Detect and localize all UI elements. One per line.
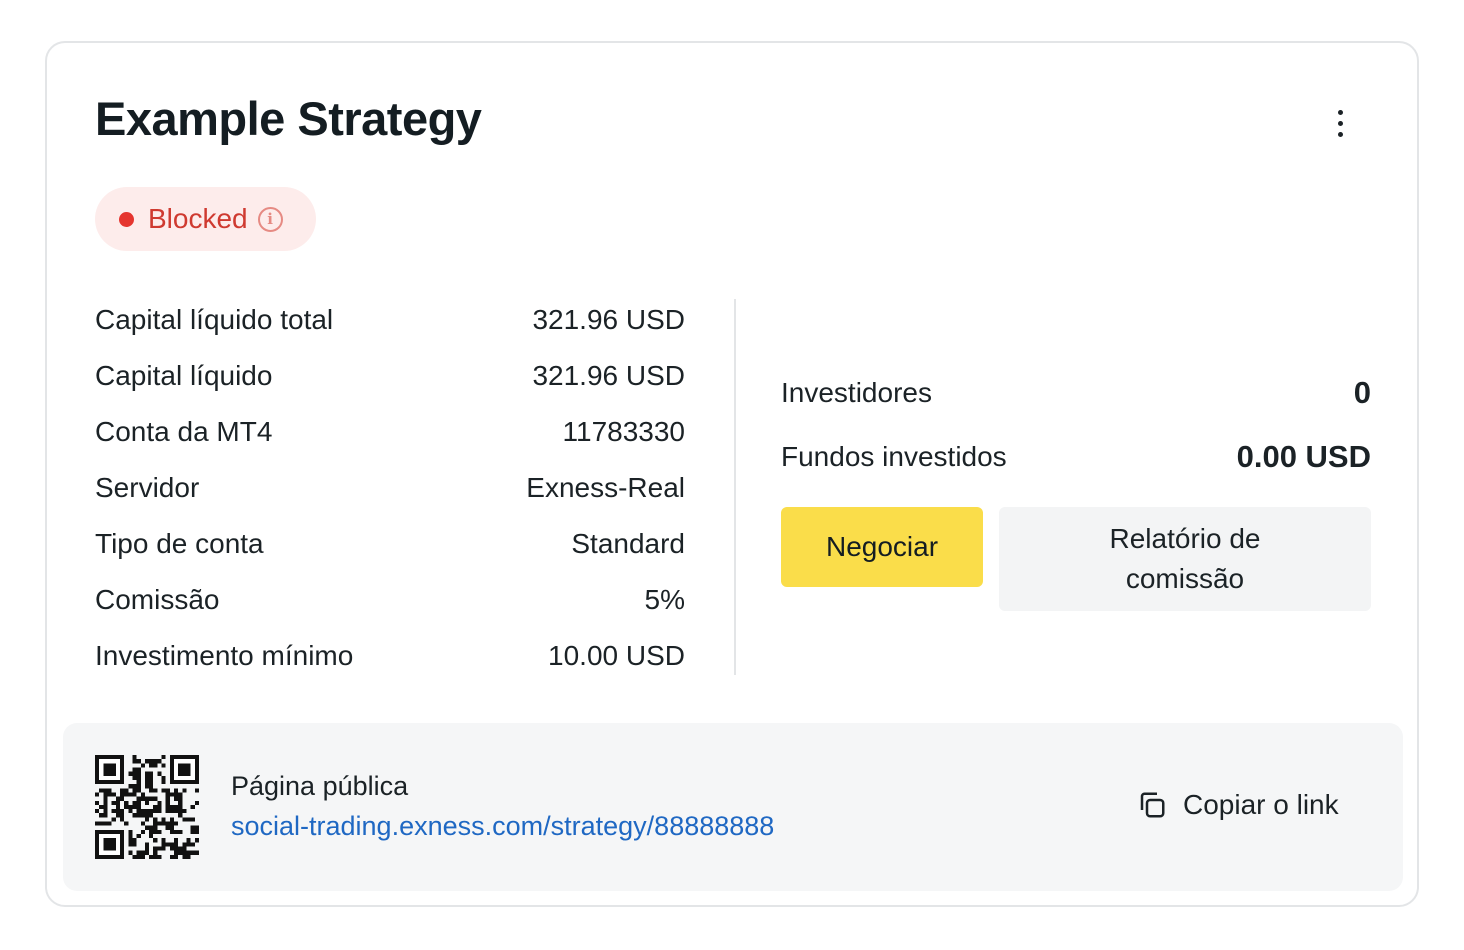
copy-icon [1140,792,1165,818]
stat-row: Conta da MT4 11783330 [95,404,685,460]
investor-summary: Investidores 0 Fundos investidos 0.00 US… [781,361,1371,489]
invested-funds-row: Fundos investidos 0.00 USD [781,425,1371,489]
strategy-title: Example Strategy [95,92,482,145]
commission-report-button[interactable]: Relatório de comissão [999,507,1371,611]
status-label: Blocked [148,203,248,234]
qr-code-icon [95,755,199,859]
stat-value: Exness-Real [526,472,685,503]
stat-label: Conta da MT4 [95,416,273,447]
stat-row: Servidor Exness-Real [95,460,685,516]
stat-label: Investimento mínimo [95,640,354,671]
stat-value: Standard [571,528,685,559]
more-vertical-icon[interactable] [1323,103,1357,143]
column-divider [734,299,736,675]
investors-row: Investidores 0 [781,361,1371,425]
status-dot-icon [119,211,134,227]
copy-link-button[interactable]: Copiar o link [1137,789,1339,821]
stat-value: 321.96 USD [532,360,685,391]
stat-value: 10.00 USD [548,640,685,671]
stat-label: Capital líquido [95,360,273,391]
stat-value: 321.96 USD [532,304,685,335]
stat-label: Tipo de conta [95,528,264,559]
invested-funds-label: Fundos investidos [781,441,1007,472]
stat-row: Capital líquido total 321.96 USD [95,292,685,348]
status-badge: Blocked i [95,187,316,251]
public-page-panel: Página pública social-trading.exness.com… [63,723,1403,891]
strategy-card: Example Strategy Blocked i Capital líqui… [45,41,1419,907]
stat-row: Investimento mínimo 10.00 USD [95,628,685,684]
stat-label: Capital líquido total [95,304,334,335]
stat-value: 11783330 [562,416,686,447]
investors-value: 0 [1353,375,1371,410]
public-page-link[interactable]: social-trading.exness.com/strategy/88888… [231,811,774,842]
stat-label: Comissão [95,584,220,615]
action-buttons: Negociar Relatório de comissão [781,507,1371,611]
stat-value: 5% [644,584,685,615]
stat-row: Tipo de conta Standard [95,516,685,572]
stats-list: Capital líquido total 321.96 USD Capital… [95,292,685,684]
stat-row: Capital líquido 321.96 USD [95,348,685,404]
info-icon[interactable]: i [257,206,283,232]
stat-label: Servidor [95,472,200,503]
copy-link-label: Copiar o link [1183,789,1339,820]
stat-row: Comissão 5% [95,572,685,628]
investors-label: Investidores [781,377,932,408]
trade-button[interactable]: Negociar [781,507,983,587]
invested-funds-value: 0.00 USD [1236,439,1371,474]
public-page-label: Página pública [231,771,409,801]
